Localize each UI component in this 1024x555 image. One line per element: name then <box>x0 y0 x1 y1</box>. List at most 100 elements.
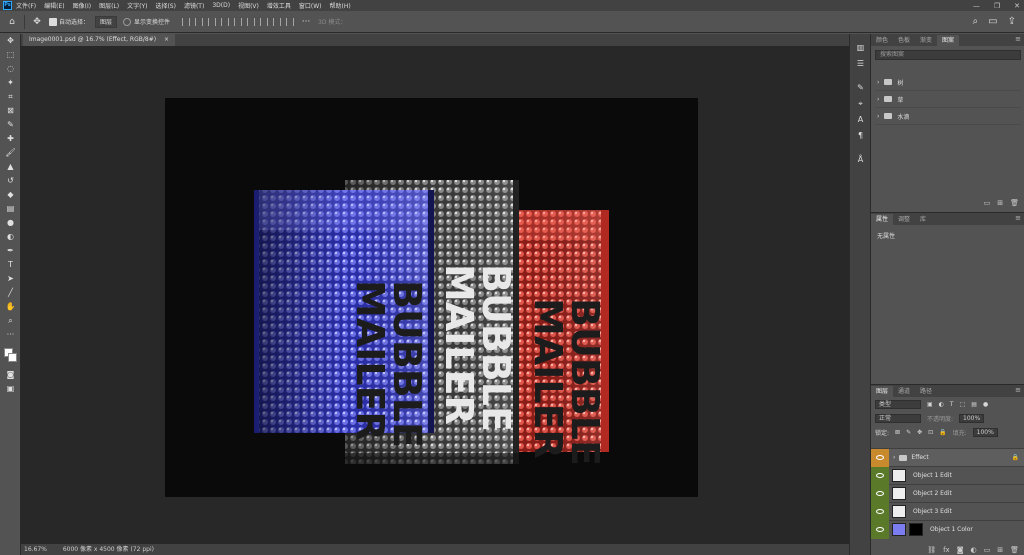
type-tool-icon[interactable]: T <box>0 258 21 272</box>
layer-row[interactable]: Object 3 Edit <box>871 502 1024 521</box>
new-pattern-icon[interactable]: ⊞ <box>997 199 1003 207</box>
more-icon[interactable]: ··· <box>300 16 312 28</box>
trash-icon[interactable]: 🗑 <box>1010 199 1019 207</box>
color-swatches[interactable] <box>0 342 21 368</box>
menu-select[interactable]: 选择(S) <box>155 1 176 10</box>
lock-paint-icon[interactable]: ✎ <box>906 429 911 436</box>
align-bottom-icon[interactable] <box>247 17 256 26</box>
menu-type[interactable]: 文字(Y) <box>127 1 147 10</box>
link-layers-icon[interactable]: ⛓ <box>927 546 936 554</box>
chevron-right-icon[interactable]: › <box>877 113 879 120</box>
document-tab[interactable]: Image0001.psd @ 16.7% (Effect, RGB/8#) × <box>23 34 176 46</box>
healing-brush-tool-icon[interactable]: ✚ <box>0 132 21 146</box>
menu-view[interactable]: 视图(V) <box>238 1 259 10</box>
zoom-tool-icon[interactable]: ⌕ <box>0 314 21 328</box>
visibility-toggle[interactable] <box>871 502 889 521</box>
close-tab-icon[interactable]: × <box>164 36 169 43</box>
tab-color[interactable]: 颜色 <box>871 35 893 46</box>
screen-mode-icon[interactable]: ▣ <box>0 382 21 396</box>
tab-gradients[interactable]: 渐变 <box>915 35 937 46</box>
frame-tool-icon[interactable]: ⊠ <box>0 104 21 118</box>
home-icon[interactable]: ⌂ <box>6 16 18 28</box>
visibility-toggle[interactable] <box>871 484 889 503</box>
align-top-icon[interactable] <box>221 17 230 26</box>
chevron-right-icon[interactable]: › <box>877 79 879 86</box>
menu-filter[interactable]: 滤镜(T) <box>184 1 204 10</box>
trash-icon[interactable]: 🗑 <box>1010 546 1019 554</box>
show-transform-controls-checkbox[interactable]: 显示变换控件 <box>123 17 170 26</box>
align-center-icon[interactable] <box>195 17 204 26</box>
filter-type-icon[interactable]: T <box>950 401 954 408</box>
clone-source-icon[interactable]: ⌖ <box>850 96 871 112</box>
history-brush-tool-icon[interactable]: ↺ <box>0 174 21 188</box>
adjustment-layer-icon[interactable]: ◐ <box>971 546 977 554</box>
brush-tool-icon[interactable]: 🖌 <box>0 146 21 160</box>
hand-tool-icon[interactable]: ✋ <box>0 300 21 314</box>
menu-file[interactable]: 文件(F) <box>16 1 36 10</box>
new-group-icon[interactable]: ▭ <box>984 546 991 554</box>
add-mask-icon[interactable]: ◙ <box>957 546 964 554</box>
clone-stamp-tool-icon[interactable]: ▲ <box>0 160 21 174</box>
path-selection-tool-icon[interactable]: ➤ <box>0 272 21 286</box>
lock-position-icon[interactable]: ✥ <box>917 429 922 436</box>
dodge-tool-icon[interactable]: ◐ <box>0 230 21 244</box>
panel-menu-icon[interactable]: ≡ <box>1015 386 1021 394</box>
tab-channels[interactable]: 通道 <box>893 386 915 397</box>
menu-3d[interactable]: 3D(D) <box>212 2 230 9</box>
list-item[interactable]: › 草 <box>875 91 1021 108</box>
visibility-toggle[interactable] <box>871 520 889 539</box>
distribute-icon[interactable] <box>260 17 269 26</box>
minimize-button[interactable]: — <box>973 2 980 10</box>
tab-layers[interactable]: 图层 <box>871 386 894 397</box>
fill-field[interactable]: 100% <box>972 427 998 437</box>
align-left-icon[interactable] <box>182 17 191 26</box>
filter-smart-icon[interactable]: ▤ <box>971 401 977 408</box>
new-group-icon[interactable]: ▭ <box>984 199 991 207</box>
canvas-area[interactable]: BUBBLE MAILER BUBBLE MAILER BUBBLE MAILE… <box>21 46 849 544</box>
move-tool-icon[interactable]: ✥ <box>0 34 21 48</box>
edit-toolbar-icon[interactable]: ··· <box>0 328 21 342</box>
visibility-toggle[interactable] <box>871 466 889 485</box>
restore-button[interactable]: ❐ <box>994 2 1000 10</box>
list-item[interactable]: › 水滴 <box>875 108 1021 125</box>
move-tool-icon[interactable]: ✥ <box>31 16 43 28</box>
lasso-tool-icon[interactable]: ◌ <box>0 62 21 76</box>
crop-tool-icon[interactable]: ⌗ <box>0 90 21 104</box>
glyphs-icon[interactable]: Å <box>850 152 871 168</box>
panel-menu-icon[interactable]: ≡ <box>1015 35 1021 43</box>
align-middle-icon[interactable] <box>234 17 243 26</box>
chevron-right-icon[interactable]: › <box>877 96 879 103</box>
layer-row[interactable]: Object 1 Edit <box>871 466 1024 485</box>
align-buttons[interactable] <box>182 17 295 26</box>
pen-tool-icon[interactable]: ✒ <box>0 244 21 258</box>
list-item[interactable]: › 树 <box>875 74 1021 91</box>
new-layer-icon[interactable]: ⊞ <box>997 546 1003 554</box>
eraser-tool-icon[interactable]: ◆ <box>0 188 21 202</box>
layer-row[interactable]: Object 1 Color <box>871 520 1024 539</box>
menu-layer[interactable]: 图层(L) <box>99 1 119 10</box>
filter-adjustment-icon[interactable]: ◐ <box>939 401 944 408</box>
tab-libraries[interactable]: 库 <box>915 214 931 225</box>
background-color[interactable] <box>8 353 17 362</box>
search-input[interactable]: 搜索图案 <box>875 50 1021 60</box>
filter-toggle-icon[interactable]: ● <box>983 401 988 408</box>
chevron-right-icon[interactable]: › <box>893 454 895 461</box>
menu-plugins[interactable]: 增效工具 <box>267 1 291 10</box>
brush-settings-icon[interactable]: ✎ <box>850 80 871 96</box>
menu-help[interactable]: 帮助(H) <box>330 1 351 10</box>
marquee-tool-icon[interactable]: ⬚ <box>0 48 21 62</box>
filter-kind-dropdown[interactable]: 类型 <box>875 399 921 409</box>
tab-swatches[interactable]: 色板 <box>893 35 915 46</box>
distribute-icon[interactable] <box>273 17 282 26</box>
distribute-icon[interactable] <box>286 17 295 26</box>
menu-edit[interactable]: 编辑(E) <box>44 1 64 10</box>
quick-mask-icon[interactable]: ◙ <box>0 368 21 382</box>
zoom-level[interactable]: 16.67% <box>24 546 47 553</box>
layer-row[interactable]: › Effect 🔒 <box>871 448 1024 467</box>
panel-menu-icon[interactable]: ≡ <box>1015 214 1021 222</box>
menu-window[interactable]: 窗口(W) <box>299 1 322 10</box>
share-icon[interactable]: ⇪ <box>1008 16 1016 27</box>
character-icon[interactable]: A <box>850 112 871 128</box>
tab-patterns[interactable]: 图案 <box>937 35 960 46</box>
filter-shape-icon[interactable]: ⬚ <box>960 401 966 408</box>
